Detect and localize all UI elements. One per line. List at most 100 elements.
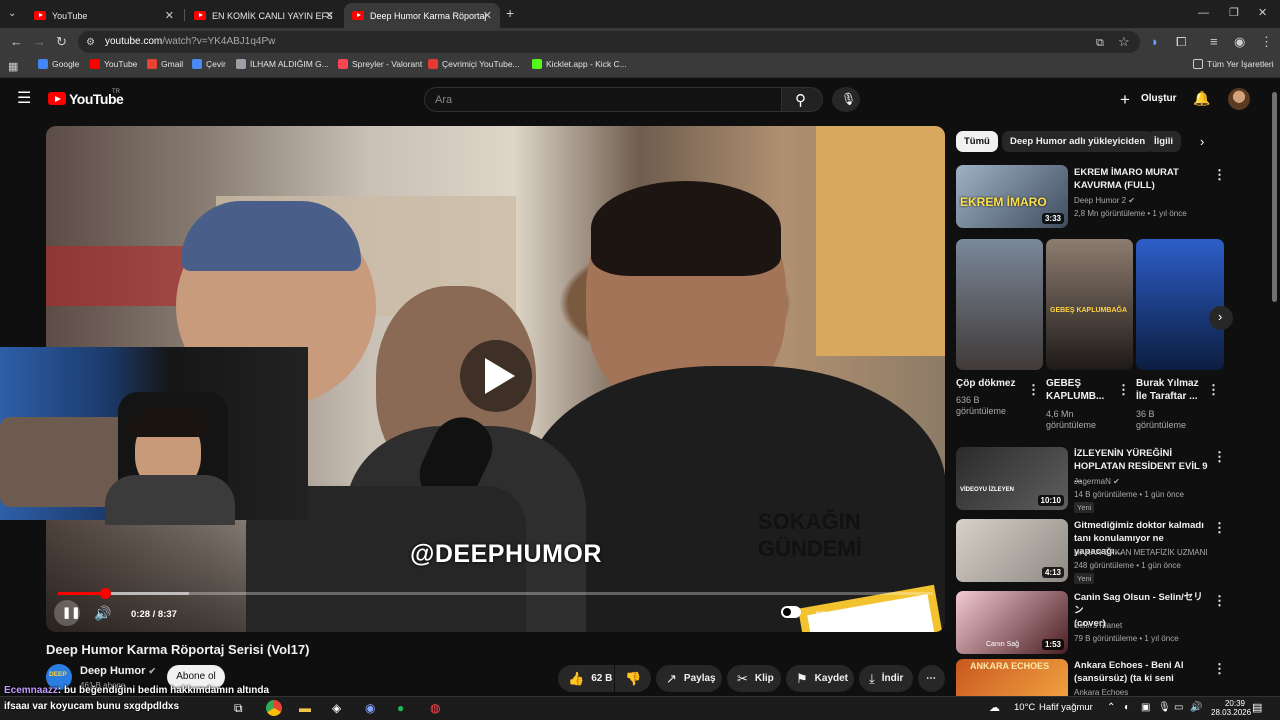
download-button[interactable]: ⤓ İndir <box>859 665 913 692</box>
create-plus-icon[interactable]: + <box>1120 90 1130 110</box>
more-options-icon[interactable]: ⋮ <box>1213 594 1226 607</box>
recommendation-thumbnail[interactable]: Canın Sağ 1:53 <box>956 591 1068 654</box>
speaker-tray-icon[interactable]: 🔊 <box>1190 699 1202 717</box>
share-button[interactable]: ↗ Paylaş <box>656 665 722 692</box>
tab-search-icon[interactable]: ⌄ <box>8 6 16 22</box>
install-app-icon[interactable]: ⧉ <box>1096 35 1104 51</box>
voice-search-button[interactable]: 🎙 <box>832 87 860 112</box>
bookmark-item[interactable]: Google <box>38 59 79 69</box>
media-controls-icon[interactable]: ≡ <box>1210 34 1218 50</box>
search-input[interactable] <box>425 88 782 111</box>
apps-grid-icon[interactable]: ▦ <box>8 59 18 75</box>
recommendation-title[interactable]: Ankara Echoes - Beni Al (sansürsüz) (ta k… <box>1074 659 1208 685</box>
bookmark-star-icon[interactable]: ☆ <box>1118 34 1130 50</box>
more-options-icon[interactable]: ⋮ <box>1213 168 1226 181</box>
recommendation-channel[interactable]: Selin's Planet <box>1074 620 1122 631</box>
theater-mode-icon[interactable]: ▭ <box>879 605 890 621</box>
recommendation-thumbnail[interactable]: EKREM İMARO 3:33 <box>956 165 1068 228</box>
hamburger-menu-icon[interactable]: ☰ <box>17 91 31 107</box>
recommendation-title[interactable]: EKREM İMARO MURAT KAVURMA (FULL) <box>1074 166 1204 192</box>
more-options-icon[interactable]: ⋮ <box>1027 383 1040 396</box>
site-info-icon[interactable]: ⚙ <box>86 35 95 51</box>
autoplay-toggle[interactable] <box>781 606 801 618</box>
page-scrollbar-thumb[interactable] <box>1272 92 1277 302</box>
bookmark-item[interactable]: Çevrimiçi YouTube... <box>428 59 520 69</box>
weather-icon[interactable]: ☁ <box>989 699 1000 717</box>
subtitles-icon[interactable]: ▭ <box>815 605 826 621</box>
channel-name[interactable]: Deep Humor ✔ <box>80 665 156 677</box>
weather-description[interactable]: Hafif yağmur <box>1039 699 1093 717</box>
like-button[interactable]: 👍 62 B <box>558 665 614 692</box>
chip-all[interactable]: Tümü <box>956 131 998 152</box>
chrome-taskbar-icon[interactable] <box>266 700 282 716</box>
tray-app-icon[interactable]: ▣ <box>1141 699 1150 717</box>
seek-bar[interactable] <box>58 588 933 599</box>
play-overlay-icon[interactable] <box>460 340 532 412</box>
clock[interactable]: 20:39 28.03.2026 <box>1211 699 1251 717</box>
pause-button[interactable]: ❚❚ <box>54 600 80 626</box>
app-taskbar-icon[interactable]: ◈ <box>332 699 341 717</box>
more-actions-button[interactable]: ⋯ <box>918 665 945 692</box>
extension-icon[interactable]: ◗ <box>1151 34 1159 50</box>
chip-next-chevron-icon[interactable]: › <box>1200 134 1204 149</box>
avatar[interactable] <box>1228 88 1250 110</box>
clip-button[interactable]: ✂ Klip <box>727 665 781 692</box>
more-options-icon[interactable]: ⋮ <box>1117 383 1130 396</box>
profile-icon[interactable]: ◉ <box>1234 34 1245 50</box>
save-button[interactable]: ⚑ Kaydet <box>786 665 854 692</box>
discord-taskbar-icon[interactable]: ◉ <box>365 699 375 717</box>
short-title[interactable]: GEBEŞ KAPLUMB... <box>1046 377 1116 403</box>
file-explorer-icon[interactable]: ▬ <box>299 699 311 717</box>
bookmark-item[interactable]: İLHAM ALDIĞIM G... <box>236 59 329 69</box>
close-icon[interactable]: ✕ <box>165 9 174 22</box>
search-button[interactable]: ⚲ <box>781 87 823 112</box>
search-box[interactable] <box>424 87 782 112</box>
minimize-button[interactable]: — <box>1198 5 1209 21</box>
task-view-icon[interactable]: ⧉ <box>234 699 243 717</box>
restore-button[interactable]: ❐ <box>1229 5 1239 21</box>
bookmark-item[interactable]: Çevir <box>192 59 226 69</box>
bookmark-item[interactable]: Kicklet.app - Kick C... <box>532 59 627 69</box>
tray-chevron-icon[interactable]: ⌃ <box>1107 699 1115 717</box>
bookmark-item[interactable]: Gmail <box>147 59 183 69</box>
new-tab-button[interactable]: + <box>506 5 514 21</box>
recommendation-thumbnail[interactable]: VİDEOYU İZLEYEN 10:10 <box>956 447 1068 510</box>
spotify-taskbar-icon[interactable]: ● <box>397 699 404 717</box>
short-thumbnail[interactable] <box>956 239 1043 370</box>
more-options-icon[interactable]: ⋮ <box>1207 383 1220 396</box>
recommendation-thumbnail[interactable]: ANKARA ECHOES <box>956 659 1068 696</box>
back-icon[interactable]: ← <box>10 34 23 50</box>
short-title[interactable]: Burak Yılmaz İle Taraftar ... <box>1136 377 1206 403</box>
fullscreen-icon[interactable]: ⤢ <box>911 605 922 621</box>
create-button[interactable]: Oluştur <box>1141 93 1177 104</box>
browser-menu-icon[interactable]: ⋮ <box>1260 34 1273 50</box>
youtube-logo-icon[interactable] <box>48 92 66 105</box>
short-thumbnail[interactable] <box>1136 239 1224 370</box>
short-thumbnail[interactable]: GEBEŞ KAPLUMBAĞA <box>1046 239 1133 370</box>
network-icon[interactable]: ▭ <box>1174 699 1183 717</box>
chip-related[interactable]: İlgili <box>1146 131 1181 152</box>
short-title[interactable]: Çöp dökmez <box>956 377 1026 390</box>
recommendation-channel[interactable]: Deep Humor 2 ✔ <box>1074 195 1135 206</box>
dislike-button[interactable]: 👎 <box>615 665 651 692</box>
tab-canli-yayin[interactable]: EN KOMİK CANLI YAYIN EFSAN... ✕ <box>186 3 342 28</box>
recommendation-channel[interactable]: JagermaN ✔ <box>1074 476 1120 487</box>
tab-deep-humor[interactable]: Deep Humor Karma Röportaj S... ✕ <box>344 3 500 28</box>
url-text[interactable]: youtube.com/watch?v=YK4ABJ1q4Pw <box>105 36 275 47</box>
reload-icon[interactable]: ↻ <box>56 34 67 50</box>
shorts-next-button[interactable]: › <box>1209 306 1233 330</box>
microphone-tray-icon[interactable]: 🎙 <box>1158 699 1171 717</box>
more-options-icon[interactable]: ⋮ <box>1213 662 1226 675</box>
weather-temperature[interactable]: 10°C <box>1014 699 1035 717</box>
close-icon[interactable]: ✕ <box>483 9 492 22</box>
all-bookmarks-button[interactable]: Tüm Yer İşaretleri <box>1193 59 1274 69</box>
tray-app-icon[interactable]: ◐ <box>1124 699 1130 717</box>
notifications-bell-icon[interactable]: 🔔 <box>1193 90 1210 107</box>
volume-icon[interactable]: 🔊 <box>94 605 111 621</box>
recommendation-thumbnail[interactable]: 4:13 <box>956 519 1068 582</box>
settings-gear-icon[interactable]: ⚙ <box>847 605 860 621</box>
obs-taskbar-icon[interactable]: ◍ <box>430 699 440 717</box>
tab-youtube[interactable]: YouTube ✕ <box>26 3 182 28</box>
bookmark-item[interactable]: Spreyler - Valorant <box>338 59 422 69</box>
chip-from-uploader[interactable]: Deep Humor adlı yükleyiciden <box>1002 131 1154 152</box>
